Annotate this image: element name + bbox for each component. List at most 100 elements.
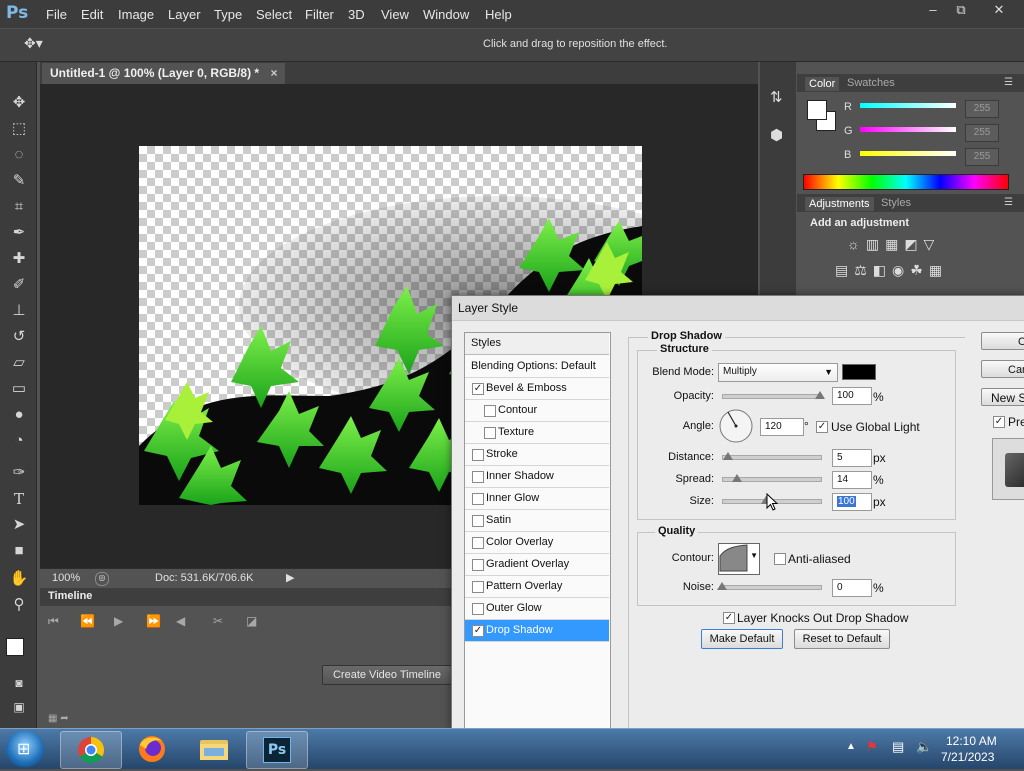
blur-tool-icon[interactable]: ● — [8, 404, 30, 426]
style-item-gradient-overlay[interactable]: Gradient Overlay — [465, 554, 609, 576]
status-menu-arrow-icon[interactable]: ▶ — [286, 571, 294, 584]
dialog-title-bar[interactable]: Layer Style — [452, 296, 1024, 321]
distance-slider[interactable] — [722, 455, 822, 460]
cancel-button[interactable]: Can — [981, 360, 1024, 378]
zoom-tool-icon[interactable]: ⚲ — [8, 594, 30, 616]
channel-b-slider[interactable] — [860, 151, 956, 156]
document-tab[interactable]: Untitled-1 @ 100% (Layer 0, RGB/8) * × — [42, 63, 286, 84]
menu-type[interactable]: Type — [214, 7, 242, 22]
style-item-checkbox[interactable] — [472, 449, 484, 461]
channel-g-value[interactable]: 255 — [965, 124, 999, 142]
use-global-light-checkbox[interactable]: ✓ — [816, 421, 828, 433]
menu-image[interactable]: Image — [118, 7, 154, 22]
style-item-checkbox[interactable] — [472, 559, 484, 571]
prev-frame-icon[interactable]: ⏪ — [80, 614, 95, 628]
start-button[interactable]: ⊞ — [6, 731, 44, 767]
screen-mode-icon[interactable]: ▣ — [8, 696, 30, 718]
menu-file[interactable]: File — [46, 7, 67, 22]
style-item-checkbox[interactable] — [472, 537, 484, 549]
color-balance-icon[interactable]: ⚖ — [854, 262, 873, 278]
taskbar-explorer[interactable] — [184, 731, 244, 767]
menu-3d[interactable]: 3D — [348, 7, 365, 22]
style-item-stroke[interactable]: Stroke — [465, 444, 609, 466]
spread-input[interactable]: 14 — [832, 471, 872, 489]
eraser-tool-icon[interactable]: ▱ — [8, 352, 30, 374]
style-item-checkbox[interactable] — [472, 515, 484, 527]
timeline-title[interactable]: Timeline — [48, 590, 92, 602]
audio-icon[interactable]: ◀ — [176, 614, 185, 628]
color-spectrum-bar[interactable] — [803, 174, 1009, 190]
distance-slider-thumb[interactable] — [723, 452, 733, 460]
levels-icon[interactable]: ▥ — [866, 236, 885, 252]
style-item-checkbox[interactable]: ✓ — [472, 625, 484, 637]
make-default-button[interactable]: Make Default — [701, 629, 783, 649]
menu-layer[interactable]: Layer — [168, 7, 201, 22]
curves-icon[interactable]: ▦ — [885, 236, 904, 252]
style-item-checkbox[interactable] — [472, 581, 484, 593]
menu-filter[interactable]: Filter — [305, 7, 334, 22]
style-item-satin[interactable]: Satin — [465, 510, 609, 532]
type-tool-icon[interactable]: T — [8, 488, 30, 510]
lasso-tool-icon[interactable]: ◌ — [8, 144, 30, 166]
anti-aliased-checkbox[interactable] — [774, 553, 786, 565]
3d-panel-icon[interactable]: ⬢ — [770, 126, 783, 144]
clock-date[interactable]: 7/21/2023 — [941, 750, 994, 764]
channel-g-slider[interactable] — [860, 127, 956, 132]
show-hidden-icons-arrow[interactable]: ▲ — [846, 741, 856, 752]
first-frame-icon[interactable]: ⏮ — [48, 614, 59, 629]
hue-saturation-icon[interactable]: ▤ — [835, 262, 854, 278]
status-info-icon[interactable]: ◎ — [95, 572, 109, 586]
angle-dial[interactable] — [718, 408, 754, 444]
style-item-checkbox[interactable] — [484, 405, 496, 417]
history-panel-icon[interactable]: ⇅ — [770, 88, 783, 106]
crop-tool-icon[interactable]: ⌗ — [8, 196, 30, 218]
opacity-slider-thumb[interactable] — [815, 391, 825, 399]
angle-input[interactable]: 120 — [760, 418, 804, 436]
taskbar-chrome[interactable] — [60, 731, 122, 769]
menu-view[interactable]: View — [381, 7, 409, 22]
marquee-tool-icon[interactable]: ⬚ — [8, 118, 30, 140]
noise-slider-thumb[interactable] — [717, 582, 727, 590]
shadow-color-swatch[interactable] — [842, 364, 876, 380]
close-button[interactable]: ✕ — [986, 2, 1012, 20]
black-white-icon[interactable]: ◧ — [873, 262, 892, 278]
close-tab-icon[interactable]: × — [270, 66, 277, 80]
style-item-bevel-emboss[interactable]: ✓ Bevel & Emboss — [465, 378, 609, 400]
noise-input[interactable]: 0 — [832, 579, 872, 597]
ok-button[interactable]: O — [981, 332, 1024, 350]
clock-time[interactable]: 12:10 AM — [946, 734, 997, 748]
create-video-timeline-button[interactable]: Create Video Timeline — [322, 665, 452, 685]
taskbar-photoshop[interactable]: Ps — [246, 731, 308, 769]
style-item-checkbox[interactable]: ✓ — [472, 383, 484, 395]
dodge-tool-icon[interactable]: ◔ — [8, 430, 30, 452]
quick-mask-icon[interactable]: ◙ — [8, 672, 30, 694]
exposure-icon[interactable]: ◩ — [904, 236, 923, 252]
taskbar-firefox[interactable] — [122, 731, 182, 767]
menu-window[interactable]: Window — [423, 7, 469, 22]
style-item-inner-shadow[interactable]: Inner Shadow — [465, 466, 609, 488]
menu-help[interactable]: Help — [485, 7, 512, 22]
style-item-contour[interactable]: Contour — [465, 400, 609, 422]
clone-stamp-tool-icon[interactable]: ⊥ — [8, 300, 30, 322]
style-item-color-overlay[interactable]: Color Overlay — [465, 532, 609, 554]
volume-icon[interactable]: 🔈 — [916, 739, 932, 755]
quick-select-tool-icon[interactable]: ✎ — [8, 170, 30, 192]
menu-select[interactable]: Select — [256, 7, 292, 22]
play-icon[interactable]: ▶ — [114, 614, 123, 628]
color-lookup-icon[interactable]: ▦ — [929, 262, 948, 278]
tab-color[interactable]: Color — [805, 77, 840, 91]
network-icon[interactable]: ▤ — [892, 739, 904, 755]
minimize-button[interactable]: – — [920, 2, 946, 20]
next-frame-icon[interactable]: ⏩ — [146, 614, 161, 628]
style-item-inner-glow[interactable]: Inner Glow — [465, 488, 609, 510]
history-brush-tool-icon[interactable]: ↺ — [8, 326, 30, 348]
noise-slider[interactable] — [722, 585, 822, 590]
foreground-color-chip[interactable] — [807, 100, 827, 120]
style-item-checkbox[interactable] — [472, 471, 484, 483]
move-tool-icon[interactable]: ✥ — [8, 92, 30, 114]
style-item-outer-glow[interactable]: Outer Glow — [465, 598, 609, 620]
adjustments-panel-menu-icon[interactable]: ☰ — [1004, 197, 1013, 208]
tab-adjustments[interactable]: Adjustments — [805, 197, 874, 211]
channel-r-slider[interactable] — [860, 103, 956, 108]
rectangle-tool-icon[interactable]: ■ — [8, 540, 30, 562]
